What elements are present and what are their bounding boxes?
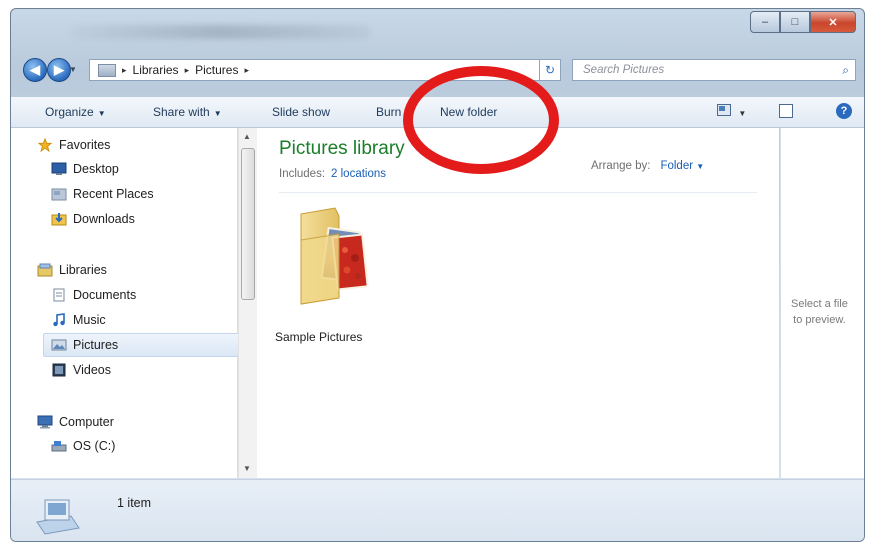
arrange-by-value: Folder <box>660 160 694 172</box>
arrange-by-label: Arrange by: <box>591 160 651 172</box>
sidebar-item-label: Computer <box>59 415 114 429</box>
sidebar-item-libraries[interactable]: Libraries <box>37 259 107 281</box>
recent-places-icon <box>51 188 67 201</box>
scroll-up-icon[interactable]: ▲ <box>243 132 251 141</box>
recent-pages-dropdown-icon[interactable]: ▼ <box>69 65 77 74</box>
share-with-menu[interactable]: Share with ▼ <box>153 105 222 119</box>
breadcrumb-separator-icon[interactable]: ▸ <box>185 65 190 76</box>
sidebar-item-label: OS (C:) <box>73 439 116 453</box>
pictures-library-icon <box>98 63 116 77</box>
preview-pane-icon <box>779 104 793 118</box>
refresh-icon: ↻ <box>544 63 556 77</box>
sidebar-item-desktop[interactable]: Desktop <box>51 158 119 180</box>
search-placeholder: Search Pictures <box>583 64 665 76</box>
scroll-down-icon[interactable]: ▼ <box>243 464 251 473</box>
slide-show-button[interactable]: Slide show <box>272 105 330 119</box>
chevron-down-icon: ▼ <box>97 109 106 118</box>
pictures-library-icon <box>36 499 80 535</box>
back-arrow-icon: ◀ <box>30 62 40 77</box>
close-button[interactable]: ✕ <box>810 11 856 33</box>
chevron-down-icon: ▼ <box>213 109 222 118</box>
view-icon <box>717 104 731 116</box>
videos-icon <box>52 363 66 377</box>
back-button[interactable]: ◀ <box>23 58 47 82</box>
downloads-icon <box>51 213 67 226</box>
breadcrumb-separator-icon[interactable]: ▸ <box>122 65 127 76</box>
highlight-annotation-ring <box>403 66 559 174</box>
header-divider <box>279 192 757 193</box>
navigation-scrollbar[interactable]: ▲ ▼ <box>238 128 257 478</box>
includes-label: Includes: <box>279 168 326 180</box>
chevron-down-icon: ▼ <box>738 109 747 118</box>
breadcrumb-separator-icon[interactable]: ▸ <box>244 65 249 76</box>
sidebar-item-label: Pictures <box>73 338 119 352</box>
item-count: 1 item <box>117 496 152 510</box>
sidebar-item-label: Favorites <box>59 138 111 152</box>
forward-arrow-icon: ▶ <box>54 62 64 77</box>
window-controls: ‒ □ ✕ <box>750 11 856 33</box>
drive-icon <box>51 441 67 452</box>
breadcrumb-pictures[interactable]: Pictures <box>195 63 238 77</box>
arrange-by-dropdown[interactable]: Folder ▼ <box>660 160 704 172</box>
documents-icon <box>53 288 65 302</box>
star-icon <box>37 138 53 152</box>
sidebar-item-pictures[interactable]: Pictures <box>43 333 242 357</box>
refresh-button[interactable]: ↻ <box>539 59 561 81</box>
sidebar-item-label: Videos <box>73 363 111 377</box>
library-includes: Includes: 2 locations <box>279 168 386 180</box>
organize-label: Organize <box>45 105 94 119</box>
breadcrumb-libraries[interactable]: Libraries <box>133 63 179 77</box>
navigation-pane: Favorites Desktop Recent Places Download… <box>11 128 242 478</box>
sidebar-item-documents[interactable]: Documents <box>51 284 136 306</box>
sidebar-item-favorites[interactable]: Favorites <box>37 134 110 156</box>
organize-menu[interactable]: Organize ▼ <box>45 105 106 119</box>
chevron-down-icon: ▼ <box>696 162 705 171</box>
sidebar-item-computer[interactable]: Computer <box>37 411 114 433</box>
sidebar-item-label: Documents <box>73 288 137 302</box>
folder-name-label: Sample Pictures <box>275 330 363 344</box>
preview-pane-button[interactable] <box>779 104 793 121</box>
maximize-button[interactable]: □ <box>780 11 810 33</box>
preview-text-line-1: Select a file <box>791 298 848 310</box>
pictures-icon <box>51 339 67 351</box>
sidebar-item-label: Desktop <box>73 162 119 176</box>
sidebar-item-recent-places[interactable]: Recent Places <box>51 183 154 205</box>
sidebar-item-label: Recent Places <box>73 187 154 201</box>
search-input[interactable]: Search Pictures ⌕ <box>572 59 856 81</box>
desktop-icon <box>51 162 67 175</box>
forward-button[interactable]: ▶ <box>47 58 71 82</box>
search-icon[interactable]: ⌕ <box>842 63 849 78</box>
sidebar-item-label: Music <box>73 313 106 327</box>
includes-locations-link[interactable]: 2 locations <box>331 168 386 180</box>
music-icon <box>53 313 65 327</box>
title-bar-blurred-text <box>71 25 371 39</box>
change-view-button[interactable]: ▼ <box>717 104 746 119</box>
sidebar-item-videos[interactable]: Videos <box>51 359 111 381</box>
minimize-button[interactable]: ‒ <box>750 11 780 33</box>
burn-button[interactable]: Burn <box>376 105 401 119</box>
sidebar-item-os-drive[interactable]: OS (C:) <box>51 435 115 457</box>
preview-pane: Select a file to preview. <box>780 128 864 478</box>
preview-text-line-2: to preview. <box>793 314 846 326</box>
libraries-icon <box>37 263 53 277</box>
arrange-by: Arrange by: Folder ▼ <box>591 160 704 172</box>
library-title: Pictures library <box>279 138 405 159</box>
sidebar-item-label: Libraries <box>59 263 107 277</box>
share-with-label: Share with <box>153 105 210 119</box>
sidebar-item-downloads[interactable]: Downloads <box>51 208 135 230</box>
title-bar[interactable]: ‒ □ ✕ <box>11 9 864 53</box>
help-button[interactable]: ? <box>836 103 852 119</box>
computer-icon <box>37 415 53 429</box>
sidebar-item-label: Downloads <box>73 212 135 226</box>
scrollbar-thumb[interactable] <box>241 148 255 300</box>
content-pane: Pictures library Includes: 2 locations Ar… <box>257 128 779 478</box>
sidebar-item-music[interactable]: Music <box>51 309 106 331</box>
folder-icon <box>300 207 369 305</box>
details-pane: 1 item <box>11 479 864 541</box>
preview-placeholder-text: Select a file to preview. <box>791 296 848 328</box>
